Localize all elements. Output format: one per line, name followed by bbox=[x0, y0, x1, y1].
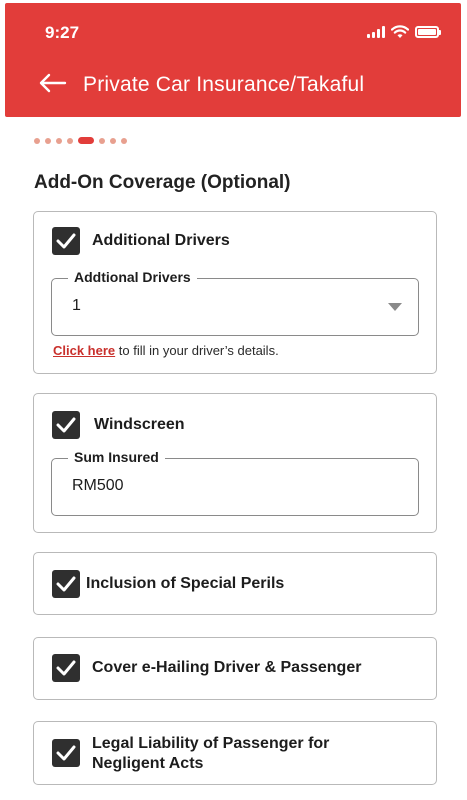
step-dot bbox=[110, 137, 116, 144]
legal-liability-label: Legal Liability of Passenger for Neglige… bbox=[92, 734, 329, 774]
addon-card-special-perils: Inclusion of Special Perils bbox=[33, 552, 437, 615]
addon-card-additional-drivers: Additional Drivers Addtional Drivers 1 C… bbox=[33, 211, 437, 374]
chevron-down-icon bbox=[388, 303, 402, 311]
windscreen-label: Windscreen bbox=[94, 416, 185, 433]
step-dot bbox=[34, 137, 40, 144]
progress-stepper bbox=[34, 137, 127, 144]
battery-icon bbox=[415, 26, 439, 38]
step-dot bbox=[121, 137, 127, 144]
additional-drivers-select[interactable]: Addtional Drivers 1 bbox=[51, 269, 419, 336]
e-hailing-checkbox[interactable] bbox=[52, 654, 80, 682]
checkmark-icon bbox=[56, 417, 76, 433]
addon-card-windscreen: Windscreen Sum Insured RM500 bbox=[33, 393, 437, 533]
checkmark-icon bbox=[56, 576, 76, 592]
step-dot bbox=[56, 137, 62, 144]
legal-liability-label-line1: Legal Liability of Passenger for bbox=[92, 735, 330, 752]
addon-card-legal-liability: Legal Liability of Passenger for Neglige… bbox=[33, 721, 437, 785]
back-arrow-icon[interactable] bbox=[37, 71, 67, 95]
status-time: 9:27 bbox=[45, 23, 80, 42]
additional-drivers-label: Additional Drivers bbox=[92, 232, 230, 249]
screen: 9:27 Private Car Insurance/Takaful Add-O… bbox=[0, 0, 467, 800]
additional-drivers-checkbox[interactable] bbox=[52, 227, 80, 255]
driver-details-helper: Click here to fill in your driver’s deta… bbox=[53, 343, 279, 358]
step-dot bbox=[99, 137, 105, 144]
checkmark-icon bbox=[56, 745, 76, 761]
legal-liability-checkbox[interactable] bbox=[52, 739, 80, 767]
section-title: Add-On Coverage (Optional) bbox=[34, 172, 291, 193]
sum-insured-field[interactable]: Sum Insured RM500 bbox=[51, 449, 419, 516]
helper-text: to fill in your driver’s details. bbox=[115, 343, 279, 358]
e-hailing-label: Cover e-Hailing Driver & Passenger bbox=[92, 659, 362, 676]
special-perils-checkbox[interactable] bbox=[52, 570, 80, 598]
additional-drivers-value: 1 bbox=[72, 297, 81, 314]
additional-drivers-field-label: Addtional Drivers bbox=[68, 269, 197, 285]
app-header: 9:27 Private Car Insurance/Takaful bbox=[5, 3, 461, 117]
wifi-icon bbox=[391, 25, 409, 38]
click-here-link[interactable]: Click here bbox=[53, 343, 115, 358]
sum-insured-value: RM500 bbox=[72, 477, 124, 494]
sum-insured-field-label: Sum Insured bbox=[68, 449, 165, 465]
status-icons bbox=[367, 25, 441, 39]
special-perils-label: Inclusion of Special Perils bbox=[86, 575, 285, 592]
addon-card-e-hailing: Cover e-Hailing Driver & Passenger bbox=[33, 637, 437, 700]
step-dot-active bbox=[78, 137, 94, 144]
legal-liability-label-line2: Negligent Acts bbox=[92, 755, 204, 772]
page-title: Private Car Insurance/Takaful bbox=[83, 73, 365, 96]
cellular-signal-icon bbox=[367, 26, 385, 38]
windscreen-checkbox[interactable] bbox=[52, 411, 80, 439]
step-dot bbox=[67, 137, 73, 144]
checkmark-icon bbox=[56, 660, 76, 676]
checkmark-icon bbox=[56, 233, 76, 249]
step-dot bbox=[45, 137, 51, 144]
